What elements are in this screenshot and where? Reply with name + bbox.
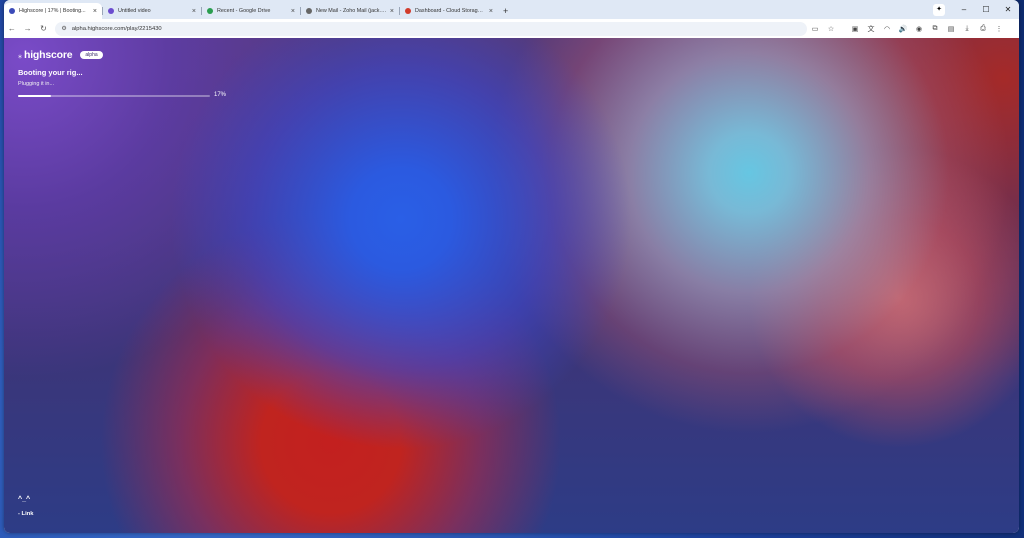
close-window-button[interactable]: ✕ (997, 5, 1019, 14)
minimize-button[interactable]: – (953, 5, 975, 14)
tab-title: Untitled video (118, 8, 151, 14)
extension-icon[interactable]: ▣ (847, 25, 863, 33)
bookmark-star-icon[interactable]: ☆ (823, 25, 839, 33)
clipboard-icon[interactable]: ⎙ (975, 25, 991, 33)
translate-icon[interactable]: 文 (863, 24, 879, 34)
new-tab-button[interactable]: + (503, 6, 508, 16)
reload-icon[interactable]: ↻ (36, 24, 52, 33)
forward-icon[interactable]: → (20, 24, 36, 33)
page-viewport: ⁎ highscore alpha Booting your rig... Pl… (4, 38, 1019, 533)
url-text: alpha.highscore.com/play/2215430 (71, 25, 162, 32)
download-icon[interactable]: ⤓ (959, 25, 975, 33)
reading-list-icon[interactable]: ▤ (943, 25, 959, 33)
tab-close-icon[interactable]: × (390, 8, 394, 15)
progress-bar (18, 95, 210, 97)
tab-close-icon[interactable]: × (93, 8, 97, 15)
highscore-logo-icon: ⁎ (18, 50, 22, 60)
toolbar-icons: ▭ ☆ ▣ 文 ◠ 🔊 ◉ ⧉ ▤ ⤓ ⎙ ⋮ (807, 24, 1019, 34)
window-controls: ✦ – ☐ ✕ (933, 0, 1019, 19)
browser-tab[interactable]: Recent - Google Drive × (202, 3, 300, 19)
tab-title: Highscore | 17% | Booting... (19, 8, 86, 14)
back-icon[interactable]: ← (4, 24, 20, 33)
alpha-badge: alpha (80, 51, 103, 59)
tab-bar: Highscore | 17% | Booting... × Untitled vi… (4, 0, 1019, 19)
tab-favicon-icon (306, 8, 312, 14)
site-info-icon[interactable]: ⚙ (61, 25, 66, 32)
brand[interactable]: ⁎ highscore alpha (18, 49, 103, 61)
arc-icon[interactable]: ◠ (879, 25, 895, 33)
progress-fill (18, 95, 51, 97)
browser-tab[interactable]: Dashboard - Cloud Storage — ... × (400, 3, 498, 19)
extensions-puzzle-icon[interactable]: ⧉ (927, 25, 943, 33)
menu-icon[interactable]: ⋮ (991, 25, 1007, 33)
tab-title: Recent - Google Drive (217, 8, 271, 14)
tab-close-icon[interactable]: × (489, 8, 493, 15)
tab-favicon-icon (405, 8, 411, 14)
browser-extension-star-icon[interactable]: ✦ (933, 3, 945, 16)
boot-subtitle: Plugging it in... (18, 81, 55, 87)
footer-link[interactable]: - Link (18, 511, 33, 517)
tab-title: New Mail - Zoho Mail (jack.dev (316, 8, 387, 14)
brand-name: highscore (24, 49, 73, 61)
globe-icon[interactable]: ◉ (911, 25, 927, 33)
browser-tab[interactable]: Highscore | 17% | Booting... × (4, 3, 102, 19)
tab-favicon-icon (108, 8, 114, 14)
browser-toolbar: ← → ↻ ⚙ alpha.highscore.com/play/2215430… (4, 19, 1019, 39)
tab-title: Dashboard - Cloud Storage — ... (415, 8, 486, 14)
browser-tab[interactable]: Untitled video × (103, 3, 201, 19)
boot-title: Booting your rig... (18, 68, 83, 77)
progress-percentage: 17% (214, 92, 227, 98)
tab-favicon-icon (207, 8, 213, 14)
footer-emoticon: ^_^ (18, 496, 31, 503)
browser-tab[interactable]: New Mail - Zoho Mail (jack.dev × (301, 3, 399, 19)
audio-icon[interactable]: 🔊 (895, 25, 911, 33)
tab-close-icon[interactable]: × (192, 8, 196, 15)
maximize-button[interactable]: ☐ (975, 5, 997, 14)
address-bar[interactable]: ⚙ alpha.highscore.com/play/2215430 (55, 21, 807, 36)
tab-close-icon[interactable]: × (291, 8, 295, 15)
cast-icon[interactable]: ▭ (807, 25, 823, 33)
browser-window: Highscore | 17% | Booting... × Untitled vi… (4, 0, 1019, 533)
tab-favicon-icon (9, 8, 15, 14)
